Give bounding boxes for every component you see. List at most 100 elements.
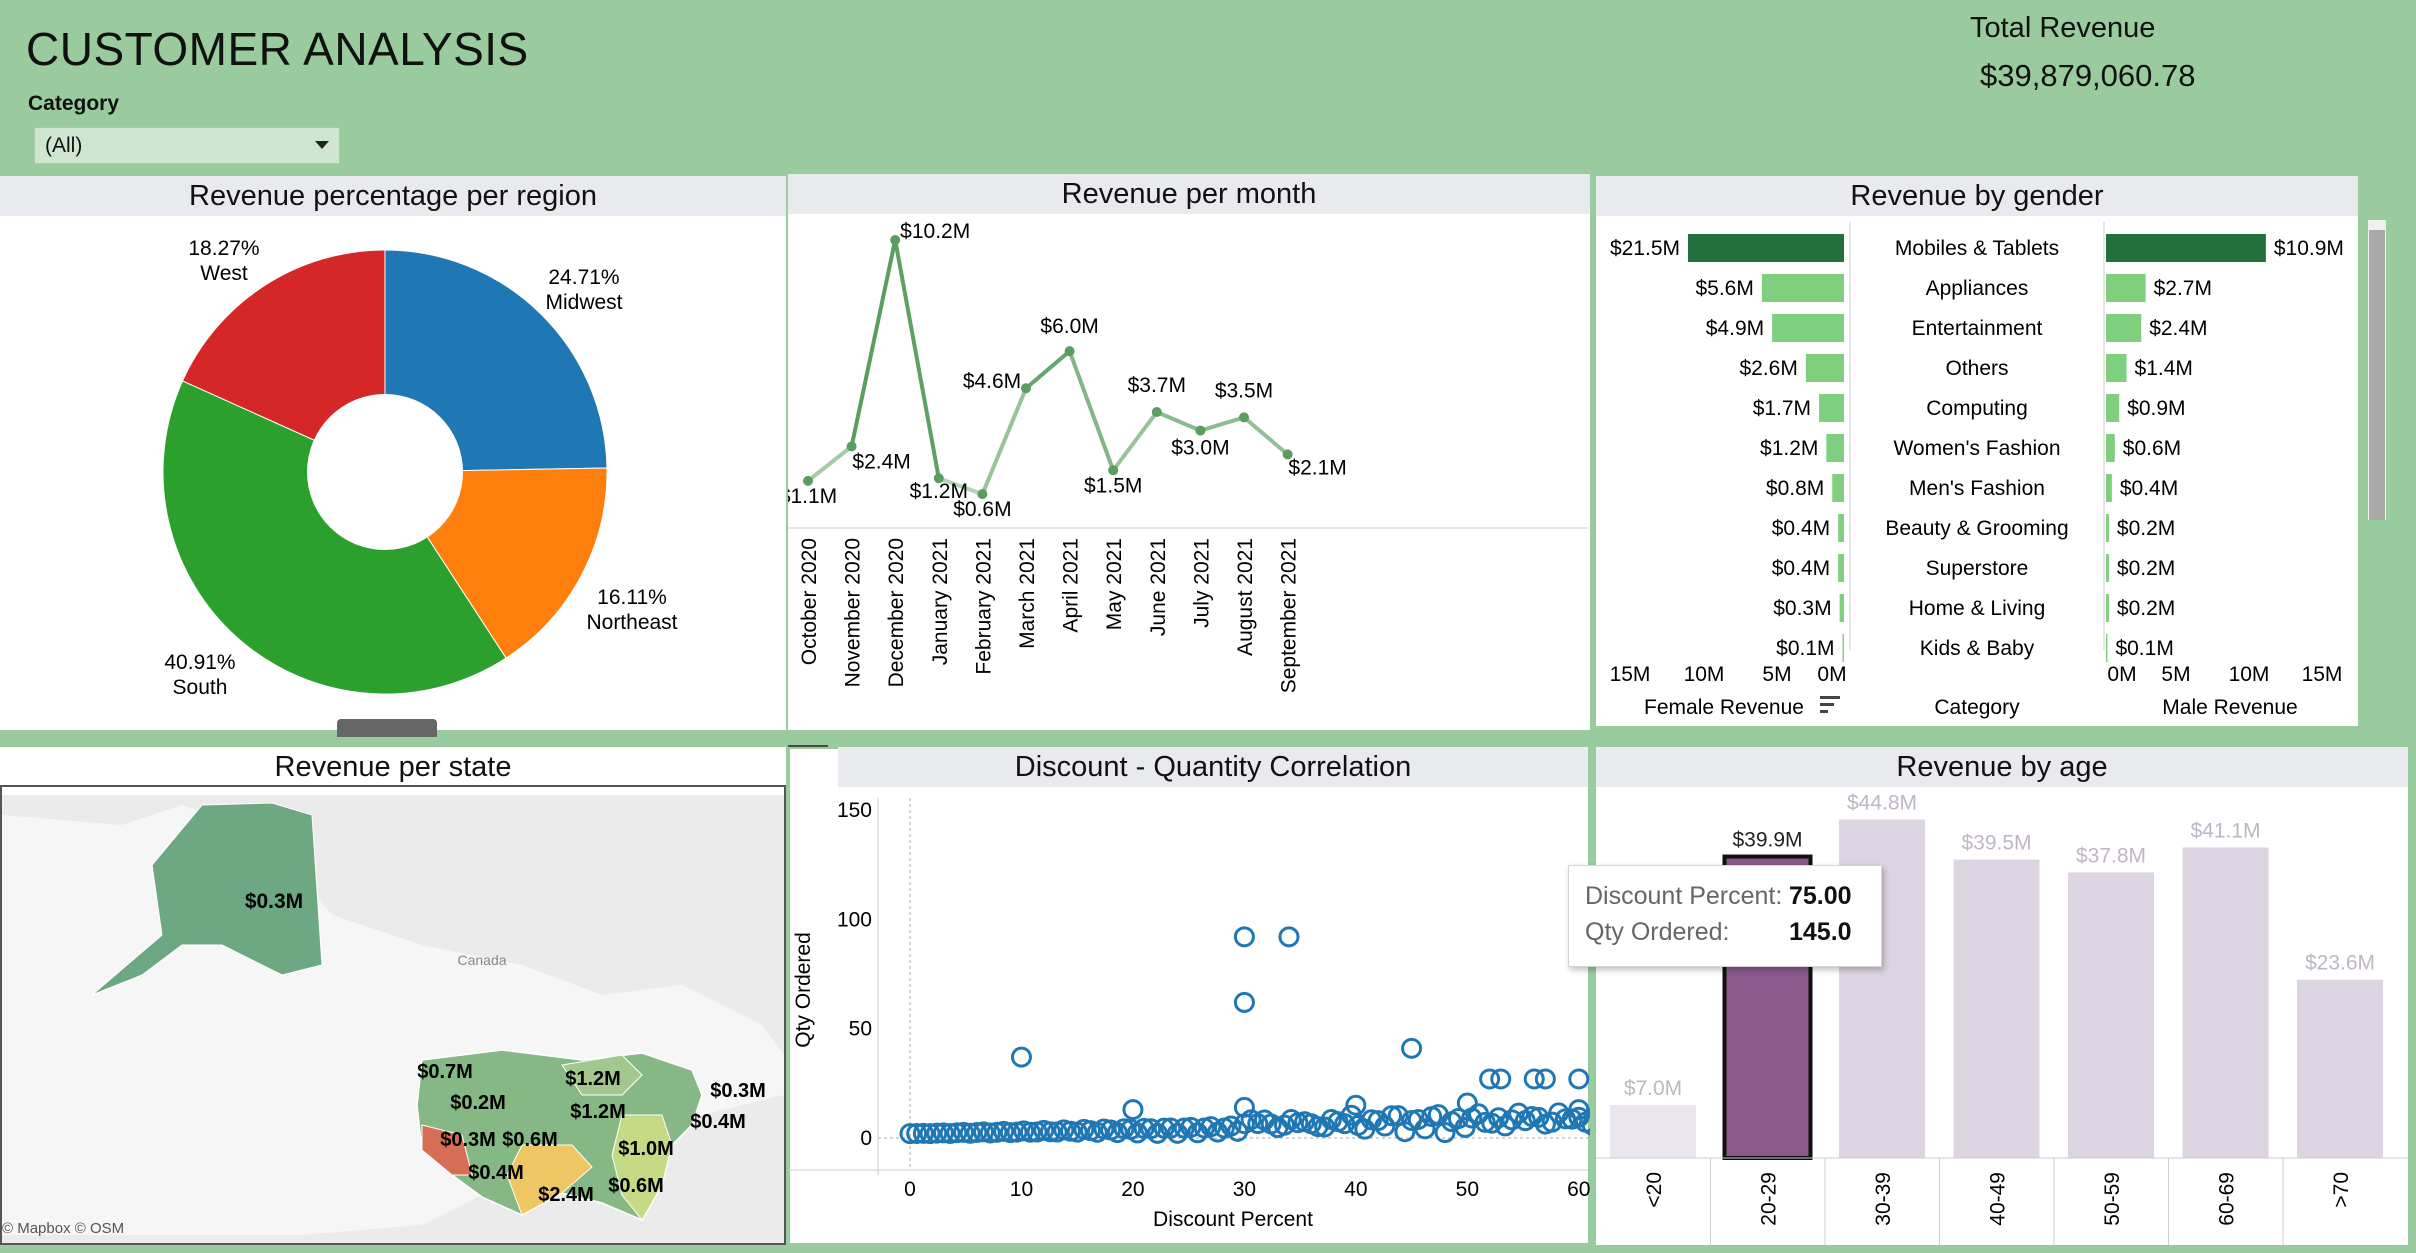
- state-label: $0.6M: [608, 1175, 664, 1197]
- female-bar[interactable]: [1819, 394, 1844, 422]
- month-point[interactable]: [1021, 383, 1031, 394]
- gender-category-label: Computing: [1926, 397, 2028, 420]
- gender-category-label: Men's Fashion: [1909, 477, 2045, 500]
- state-label: $0.3M: [440, 1129, 496, 1151]
- region-label-midwest-name: Midwest: [545, 291, 622, 314]
- age-value-label: $23.6M: [2305, 952, 2375, 975]
- female-bar[interactable]: [1832, 474, 1844, 502]
- gender-scrollbar-thumb[interactable]: [2369, 230, 2385, 520]
- month-point[interactable]: [1151, 407, 1162, 418]
- month-line-segment: [893, 239, 941, 479]
- scatter-y-tick: 50: [849, 1018, 872, 1041]
- male-bar[interactable]: [2106, 434, 2115, 462]
- female-bar[interactable]: [1761, 274, 1844, 302]
- month-tick-label: April 2021: [1060, 538, 1083, 633]
- region-label-west-name: West: [200, 262, 248, 285]
- male-bar[interactable]: [2106, 234, 2266, 262]
- state-label: $0.7M: [417, 1061, 473, 1083]
- tooltip-qty-label: Qty Ordered:: [1585, 918, 1730, 946]
- month-tick-label: August 2021: [1234, 538, 1257, 656]
- age-bar[interactable]: [2182, 847, 2269, 1158]
- male-bar[interactable]: [2106, 354, 2127, 382]
- scatter-point[interactable]: [1233, 926, 1255, 948]
- gender-category-label: Superstore: [1926, 557, 2029, 580]
- state-map[interactable]: $0.3M Canada $0.7M $1.2M $0.3M $0.2M $1.…: [2, 795, 784, 1243]
- male-bar[interactable]: [2106, 394, 2120, 422]
- male-bar[interactable]: [2106, 274, 2146, 302]
- male-bar[interactable]: [2106, 554, 2109, 582]
- region-label-midwest-pct: 24.71%: [548, 266, 619, 289]
- scatter-point[interactable]: [1490, 1068, 1512, 1090]
- sort-icon[interactable]: [1820, 696, 1840, 713]
- scatter-point[interactable]: [1278, 926, 1300, 948]
- male-bar[interactable]: [2106, 514, 2109, 542]
- age-bar[interactable]: [1953, 859, 2040, 1158]
- month-tick-label: September 2021: [1278, 538, 1301, 693]
- donut-hole: [307, 394, 463, 550]
- age-value-label: $7.0M: [1624, 1077, 1682, 1100]
- category-filter-label: Category: [28, 92, 120, 115]
- month-point[interactable]: [1239, 412, 1249, 423]
- female-bar[interactable]: [1772, 314, 1844, 342]
- female-value-label: $4.9M: [1706, 317, 1764, 340]
- scatter-point[interactable]: [1122, 1099, 1144, 1121]
- age-bar[interactable]: [1610, 1105, 1696, 1158]
- female-bar[interactable]: [1838, 514, 1844, 542]
- month-line-segment: [1067, 350, 1116, 471]
- gender-panel-title: Revenue by gender: [1596, 176, 2358, 216]
- scatter-point[interactable]: [1010, 1046, 1032, 1068]
- male-value-label: $0.2M: [2117, 557, 2175, 580]
- scatter-point[interactable]: [1401, 1037, 1423, 1059]
- male-tick-0: 0M: [2107, 663, 2136, 686]
- female-bar[interactable]: [1838, 554, 1844, 582]
- total-revenue-value: $39,879,060.78: [1980, 58, 2196, 93]
- month-point[interactable]: [1064, 346, 1075, 357]
- scatter-point[interactable]: [1233, 991, 1255, 1013]
- age-tick-label: <20: [1643, 1172, 1666, 1208]
- category-axis-label: Category: [1934, 696, 2020, 719]
- male-bar[interactable]: [2106, 314, 2142, 342]
- female-bar[interactable]: [1688, 234, 1844, 262]
- male-tick-5: 5M: [2161, 663, 2190, 686]
- tooltip-qty-value: 145.0: [1789, 918, 1852, 946]
- canada-map-label: Canada: [457, 952, 506, 968]
- gender-category-label: Mobiles & Tablets: [1895, 237, 2059, 260]
- month-line-segment: [1199, 415, 1245, 433]
- gender-category-label: Women's Fashion: [1893, 437, 2060, 460]
- month-tick-label: November 2020: [842, 538, 865, 687]
- region-label-south-name: South: [173, 676, 228, 699]
- male-bar[interactable]: [2106, 594, 2109, 622]
- female-bar[interactable]: [1805, 354, 1844, 382]
- chevron-down-icon[interactable]: [315, 141, 329, 149]
- month-tick-label: February 2021: [972, 538, 995, 675]
- age-tick-label: 40-49: [1987, 1172, 2010, 1226]
- scatter-point[interactable]: [1568, 1068, 1590, 1090]
- scatter-point[interactable]: [1534, 1068, 1556, 1090]
- female-bar[interactable]: [1842, 634, 1844, 662]
- month-value-label: $2.1M: [1288, 456, 1346, 479]
- month-point[interactable]: [1195, 425, 1206, 436]
- state-label: $1.2M: [565, 1068, 621, 1090]
- female-value-label: $1.2M: [1760, 437, 1818, 460]
- age-tick-label: 50-59: [2101, 1172, 2124, 1226]
- category-dropdown[interactable]: (All): [34, 127, 340, 164]
- male-tick-10: 10M: [2229, 663, 2270, 686]
- resize-handle[interactable]: [337, 719, 437, 737]
- female-bar[interactable]: [1826, 434, 1844, 462]
- month-value-label: $6.0M: [1040, 315, 1098, 338]
- female-value-label: $0.1M: [1776, 637, 1834, 660]
- male-axis-label: Male Revenue: [2162, 696, 2297, 719]
- female-bar[interactable]: [1839, 594, 1844, 622]
- male-bar[interactable]: [2106, 474, 2112, 502]
- male-bar[interactable]: [2106, 634, 2108, 662]
- month-line-chart: $1.1M October 2020 $2.4M November 2020 $10.2…: [788, 222, 1588, 693]
- month-point[interactable]: [890, 235, 901, 245]
- month-tick-label: June 2021: [1147, 538, 1170, 636]
- age-value-label: $41.1M: [2190, 819, 2260, 842]
- age-tick-label: 20-29: [1758, 1172, 1781, 1226]
- age-bar[interactable]: [2068, 872, 2154, 1158]
- female-tick-15: 15M: [1610, 663, 1651, 686]
- female-tick-10: 10M: [1684, 663, 1725, 686]
- age-bar[interactable]: [2297, 979, 2383, 1158]
- age-tick-label: >70: [2330, 1172, 2353, 1208]
